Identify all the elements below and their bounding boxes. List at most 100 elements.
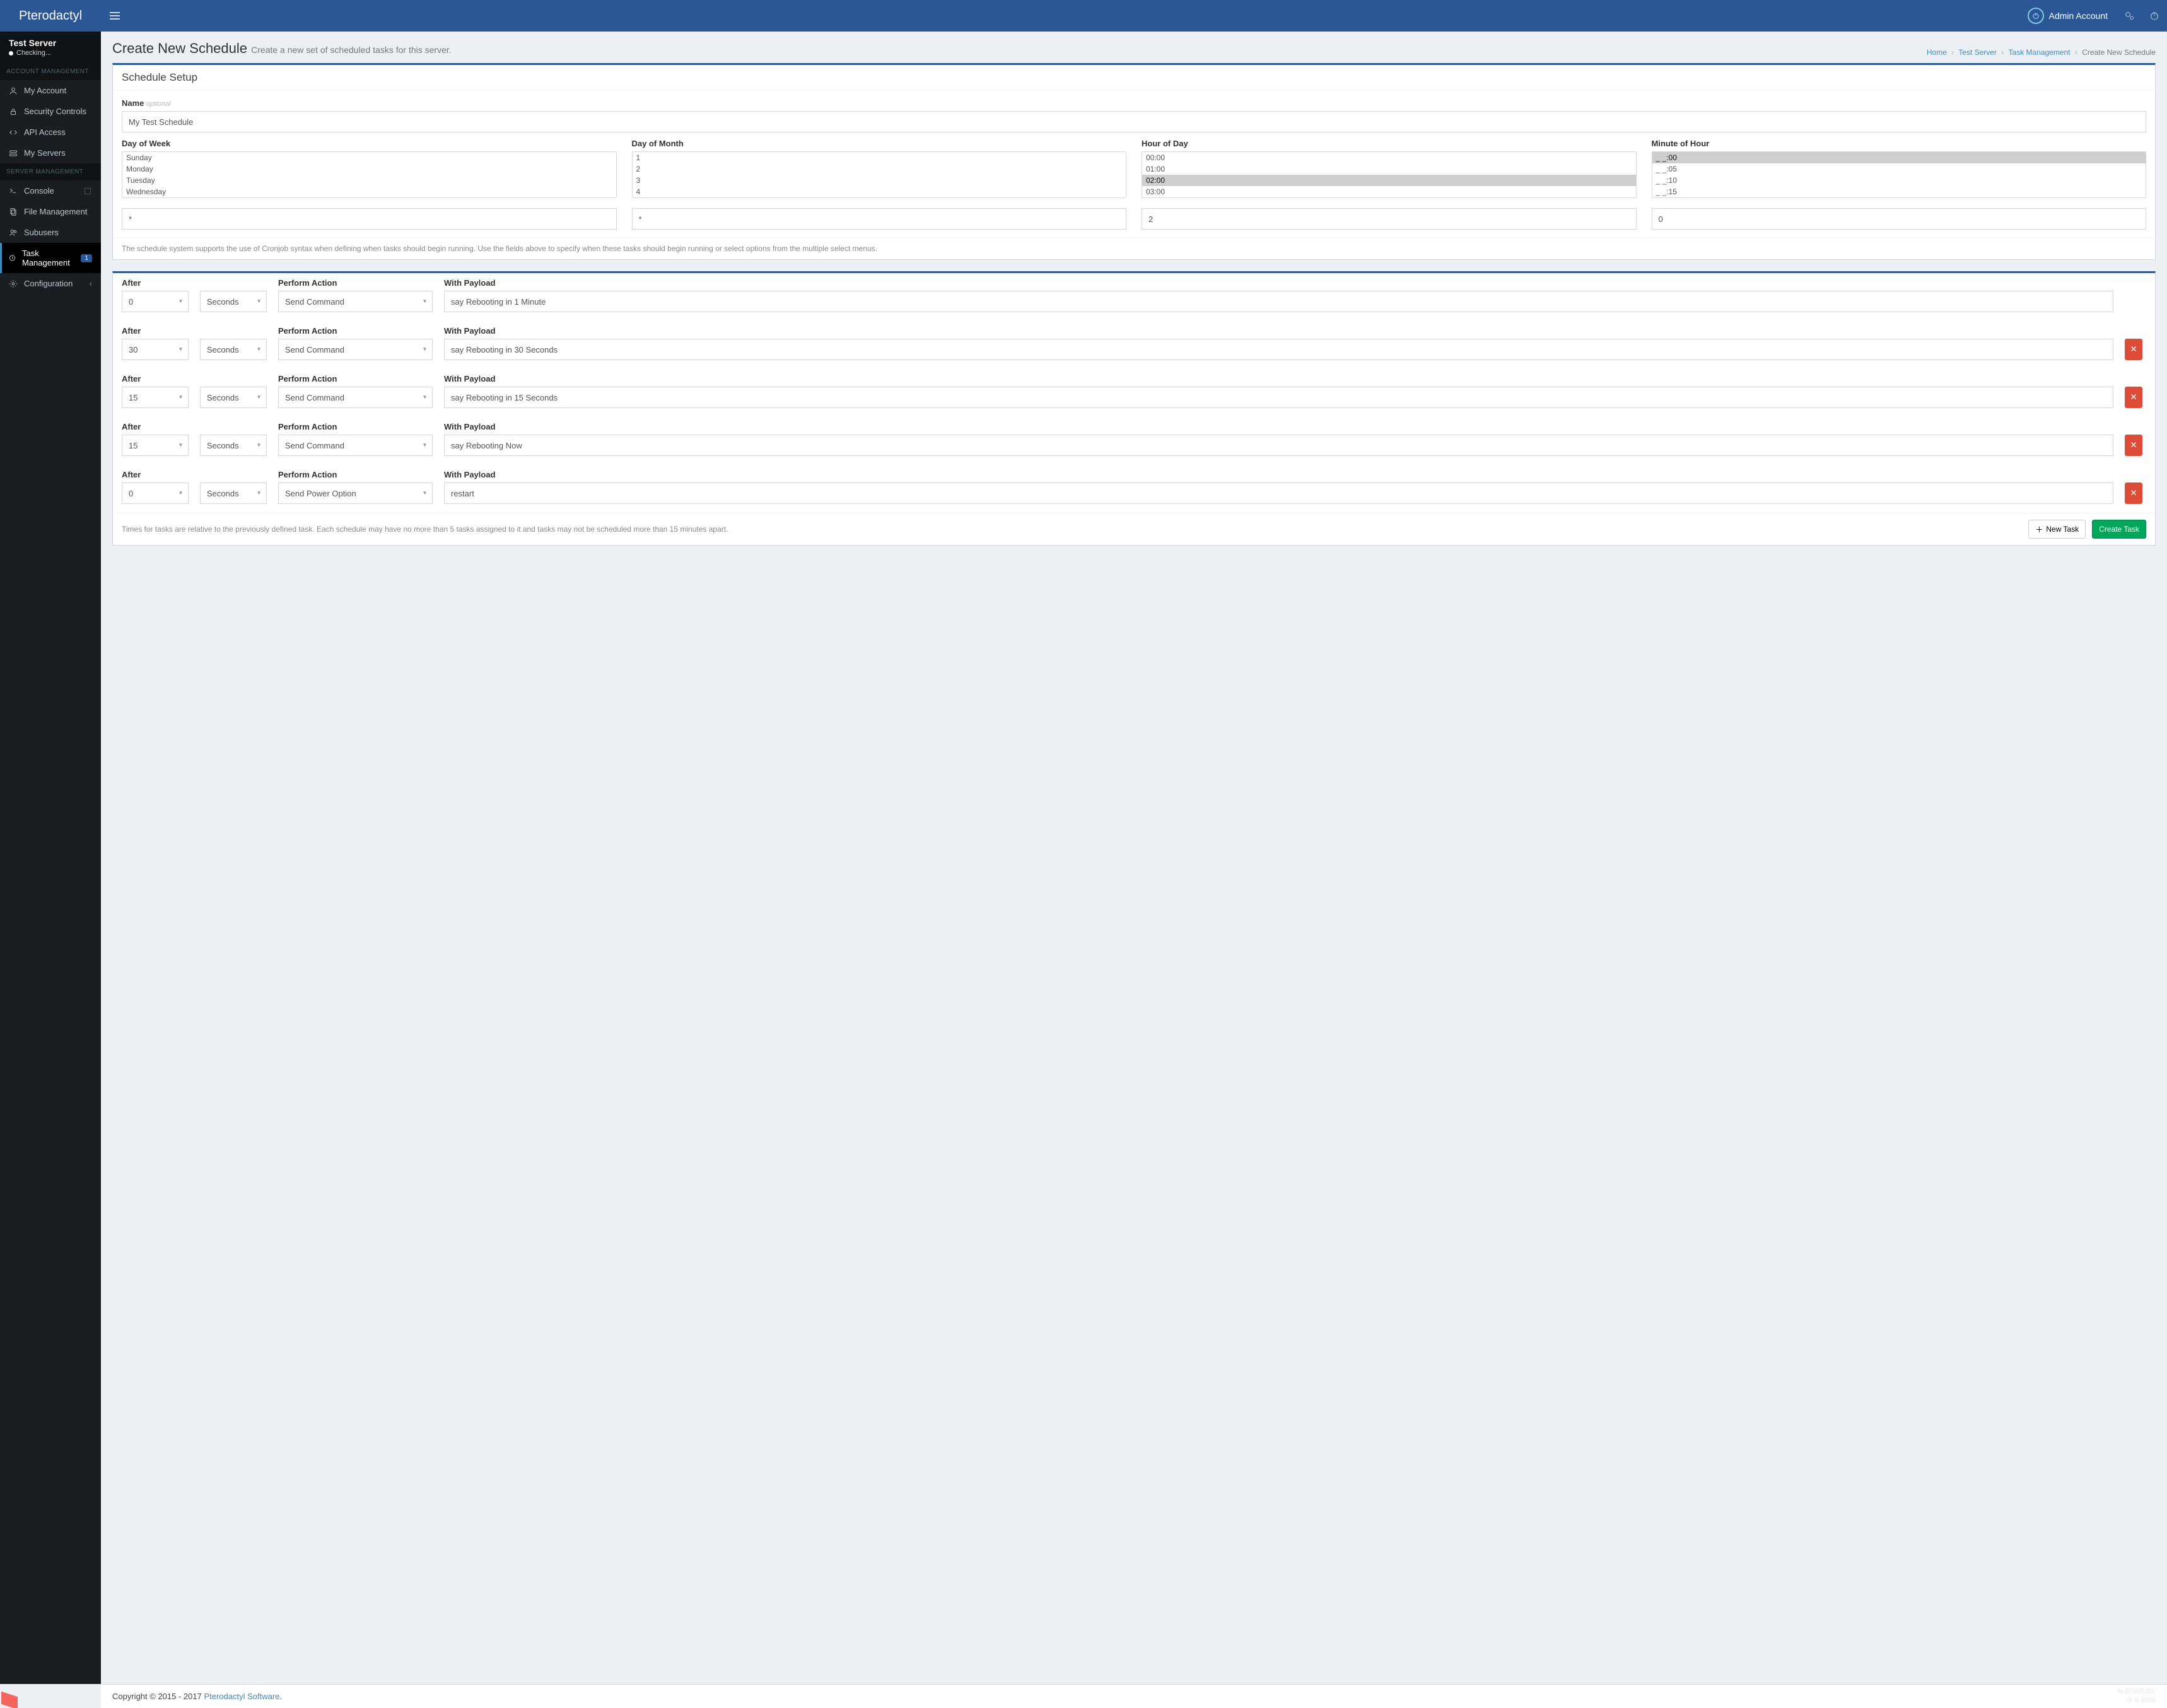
sidebar-item-my-account[interactable]: My Account (0, 80, 101, 101)
task-after-value[interactable] (122, 435, 189, 456)
sidebar-item-my-servers[interactable]: My Servers (0, 143, 101, 163)
user-name: Admin Account (2049, 11, 2108, 21)
tasks-help-text: Times for tasks are relative to the prev… (122, 525, 2022, 534)
after-label: After (122, 326, 267, 336)
sidebar-item-task-management[interactable]: Task Management 1 (0, 243, 101, 273)
task-row: After ▾ ▾ Perform Action ▾ With Payload … (113, 369, 2155, 417)
minute-label: Minute of Hour (1652, 139, 2147, 148)
chevron-left-icon: ‹ (90, 279, 92, 288)
sidebar-item-security[interactable]: Security Controls (0, 101, 101, 122)
after-label: After (122, 374, 267, 383)
after-label: After (122, 422, 267, 431)
task-action-select[interactable] (278, 291, 433, 312)
task-after-unit[interactable] (200, 483, 267, 504)
lock-icon (9, 107, 18, 116)
task-after-value[interactable] (122, 291, 189, 312)
new-task-button[interactable]: ＋ New Task (2028, 520, 2086, 539)
debug-badge[interactable] (1, 1694, 18, 1707)
breadcrumb: Home › Test Server › Task Management › C… (1927, 48, 2156, 57)
code-icon (9, 128, 18, 137)
task-after-unit[interactable] (200, 339, 267, 360)
task-after-unit[interactable] (200, 435, 267, 456)
task-action-select[interactable] (278, 483, 433, 504)
breadcrumb-current: Create New Schedule (2082, 48, 2156, 57)
payload-label: With Payload (444, 470, 2113, 479)
after-label: After (122, 278, 267, 288)
external-icon (83, 187, 92, 196)
close-icon: ✕ (2130, 392, 2137, 402)
sidebar-item-configuration[interactable]: Configuration ‹ (0, 273, 101, 294)
close-icon: ✕ (2130, 440, 2137, 450)
payload-label: With Payload (444, 278, 2113, 288)
minute-of-hour-select[interactable]: _ _:00_ _:05_ _:10_ _:15 (1652, 151, 2147, 198)
sidebar-item-console[interactable]: Console (0, 180, 101, 201)
task-payload-input[interactable] (444, 387, 2113, 408)
breadcrumb-home[interactable]: Home (1927, 48, 1947, 57)
breadcrumb-section[interactable]: Task Management (2009, 48, 2071, 57)
day-of-week-text[interactable] (122, 208, 617, 230)
task-after-unit[interactable] (200, 387, 267, 408)
payload-label: With Payload (444, 422, 2113, 431)
footer-link[interactable]: Pterodactyl Software (204, 1692, 279, 1701)
sidebar-header-account: ACCOUNT MANAGEMENT (0, 63, 101, 80)
action-label: Perform Action (278, 470, 433, 479)
logout-link[interactable] (2142, 0, 2167, 32)
day-of-week-select[interactable]: SundayMondayTuesdayWednesday (122, 151, 617, 198)
close-icon: ✕ (2130, 488, 2137, 498)
hour-of-day-select[interactable]: 00:0001:0002:0003:00 (1142, 151, 1637, 198)
page-title: Create New Schedule Create a new set of … (112, 40, 452, 57)
schedule-setup-title: Schedule Setup (113, 65, 2155, 91)
day-of-month-select[interactable]: 1234 (632, 151, 1127, 198)
server-header[interactable]: Test Server Checking... (0, 32, 101, 63)
task-payload-input[interactable] (444, 435, 2113, 456)
sidebar-item-files[interactable]: File Management (0, 201, 101, 222)
user-icon (9, 86, 18, 95)
page-subtitle: Create a new set of scheduled tasks for … (251, 45, 452, 55)
task-count-badge: 1 (81, 254, 92, 262)
task-payload-input[interactable] (444, 339, 2113, 360)
footer-stats: ⇆ 07955d0c ⟳ 0.409s (2117, 1688, 2156, 1704)
create-task-button[interactable]: Create Task (2092, 520, 2146, 539)
brand-logo[interactable]: Pterodactyl (0, 0, 101, 32)
breadcrumb-server[interactable]: Test Server (1958, 48, 1997, 57)
delete-task-button[interactable]: ✕ (2125, 435, 2142, 456)
action-label: Perform Action (278, 374, 433, 383)
task-after-value[interactable] (122, 483, 189, 504)
dom-label: Day of Month (632, 139, 1127, 148)
footer: Copyright © 2015 - 2017 Pterodactyl Soft… (101, 1684, 2167, 1708)
task-action-select[interactable] (278, 435, 433, 456)
user-menu[interactable]: Admin Account (2019, 0, 2117, 32)
action-label: Perform Action (278, 326, 433, 336)
hour-of-day-text[interactable] (1142, 208, 1637, 230)
task-action-select[interactable] (278, 339, 433, 360)
hamburger-icon (110, 12, 120, 20)
delete-task-button[interactable]: ✕ (2125, 387, 2142, 408)
task-payload-input[interactable] (444, 291, 2113, 312)
schedule-name-input[interactable] (122, 111, 2146, 132)
payload-label: With Payload (444, 374, 2113, 383)
day-of-month-text[interactable] (632, 208, 1127, 230)
task-after-value[interactable] (122, 339, 189, 360)
delete-task-button[interactable]: ✕ (2125, 483, 2142, 504)
dow-label: Day of Week (122, 139, 617, 148)
sidebar-toggle[interactable] (101, 0, 129, 32)
name-label: Name optional (122, 98, 2146, 108)
copyright-text: Copyright © 2015 - 2017 (112, 1692, 204, 1701)
status-dot-icon (9, 51, 13, 56)
server-icon (9, 149, 18, 158)
terminal-icon (9, 187, 18, 196)
admin-cogs-link[interactable] (2117, 0, 2142, 32)
main-content: Create New Schedule Create a new set of … (101, 32, 2167, 1684)
task-after-unit[interactable] (200, 291, 267, 312)
minute-of-hour-text[interactable] (1652, 208, 2147, 230)
task-after-value[interactable] (122, 387, 189, 408)
sidebar: Test Server Checking... ACCOUNT MANAGEME… (0, 32, 101, 1684)
sidebar-item-subusers[interactable]: Subusers (0, 222, 101, 243)
task-action-select[interactable] (278, 387, 433, 408)
task-row: After ▾ ▾ Perform Action ▾ With Payload (113, 273, 2155, 321)
files-icon (9, 208, 18, 216)
sidebar-item-api[interactable]: API Access (0, 122, 101, 143)
delete-task-button[interactable]: ✕ (2125, 339, 2142, 360)
payload-label: With Payload (444, 326, 2113, 336)
task-payload-input[interactable] (444, 483, 2113, 504)
